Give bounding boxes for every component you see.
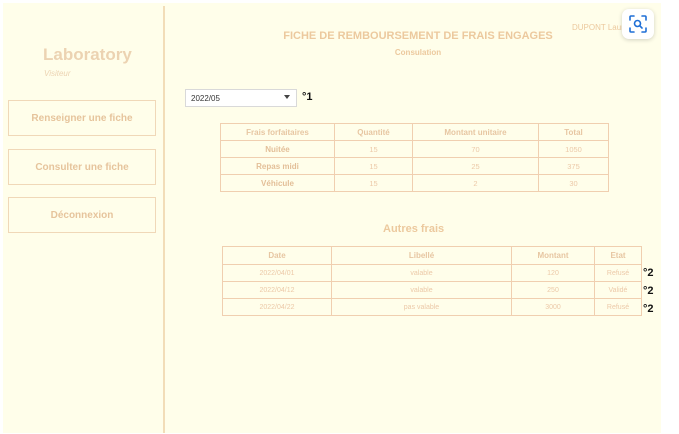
cell: 25	[412, 157, 539, 175]
table-header-row: Date Libellé Montant Etat	[222, 246, 642, 265]
cell: 375	[538, 157, 609, 175]
app-window: Laboratory Visiteur Renseigner une fiche…	[3, 3, 661, 433]
renseigner-fiche-button[interactable]: Renseigner une fiche	[8, 100, 156, 136]
user-name: DUPONT Laure	[572, 23, 629, 32]
chevron-down-icon	[284, 95, 290, 99]
cell: Repas midi	[220, 157, 335, 175]
column-header: Frais forfaitaires	[220, 123, 335, 141]
scan-icon	[629, 15, 647, 33]
brand-title: Laboratory	[43, 45, 132, 64]
cell: 2022/04/22	[222, 298, 332, 316]
cell: Refusé	[594, 264, 642, 282]
marker-2: °2	[643, 267, 654, 279]
table-row: 2022/04/12 valable 250 Validé	[222, 281, 642, 299]
deconnexion-button[interactable]: Déconnexion	[8, 197, 156, 233]
month-select[interactable]: 2022/05	[185, 89, 297, 107]
table-row: Nuitée 15 70 1050	[220, 140, 609, 158]
column-header: Montant	[511, 246, 595, 265]
cell: Validé	[594, 281, 642, 299]
marker-2: °2	[643, 303, 654, 315]
column-header: Quantité	[334, 123, 413, 141]
cell: 15	[334, 157, 413, 175]
column-header: Libellé	[331, 246, 512, 265]
cell: 15	[334, 174, 413, 192]
marker-2: °2	[643, 285, 654, 297]
table-row: 2022/04/22 pas valable 3000 Refusé	[222, 298, 642, 316]
sidebar-divider	[163, 6, 165, 433]
column-header: Date	[222, 246, 332, 265]
page-subtitle: Consulation	[394, 48, 442, 57]
forfait-table: Frais forfaitaires Quantité Montant unit…	[220, 123, 609, 192]
cell: pas valable	[331, 298, 512, 316]
cell: 120	[511, 264, 595, 282]
cell: 1050	[538, 140, 609, 158]
table-row: 2022/04/01 valable 120 Refusé	[222, 264, 642, 282]
table-row: Véhicule 15 2 30	[220, 174, 609, 192]
consulter-fiche-button[interactable]: Consulter une fiche	[8, 149, 156, 185]
cell: 2022/04/01	[222, 264, 332, 282]
column-header: Total	[538, 123, 609, 141]
user-role: Visiteur	[44, 69, 71, 78]
marker-1: °1	[302, 91, 313, 103]
cell: Refusé	[594, 298, 642, 316]
scan-button[interactable]	[622, 9, 654, 39]
cell: 2022/04/12	[222, 281, 332, 299]
cell: 15	[334, 140, 413, 158]
autres-frais-title: Autres frais	[383, 223, 445, 235]
sidebar: Laboratory Visiteur Renseigner une fiche…	[3, 3, 163, 433]
table-row: Repas midi 15 25 375	[220, 157, 609, 175]
cell: Nuitée	[220, 140, 335, 158]
cell: 3000	[511, 298, 595, 316]
cell: valable	[331, 264, 512, 282]
cell: 30	[538, 174, 609, 192]
column-header: Etat	[594, 246, 642, 265]
cell: 2	[412, 174, 539, 192]
cell: Véhicule	[220, 174, 335, 192]
cell: valable	[331, 281, 512, 299]
cell: 250	[511, 281, 595, 299]
month-select-value: 2022/05	[191, 93, 220, 103]
page-title: FICHE DE REMBOURSEMENT DE FRAIS ENGAGES	[283, 30, 553, 42]
column-header: Montant unitaire	[412, 123, 539, 141]
cell: 70	[412, 140, 539, 158]
autres-frais-table: Date Libellé Montant Etat 2022/04/01 val…	[222, 246, 642, 316]
table-header-row: Frais forfaitaires Quantité Montant unit…	[220, 123, 609, 141]
